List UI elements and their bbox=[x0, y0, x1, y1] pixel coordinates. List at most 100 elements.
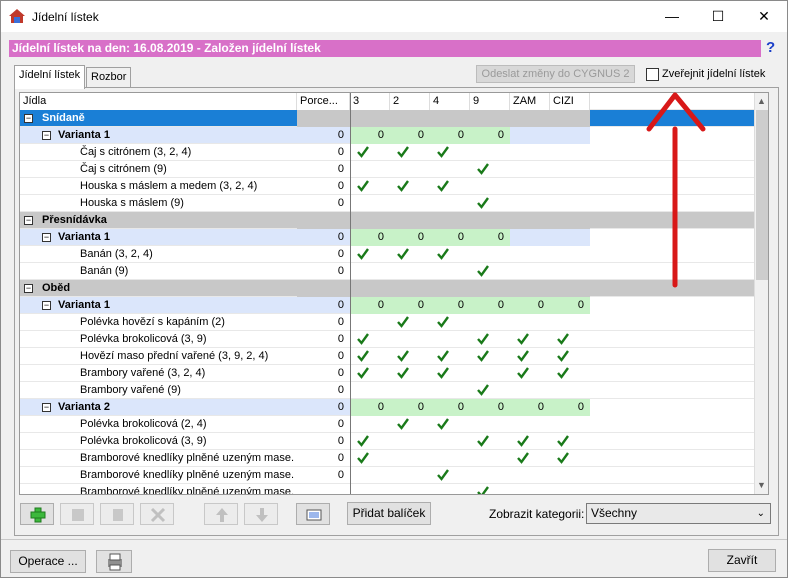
copy-button[interactable] bbox=[100, 503, 134, 525]
collapse-icon[interactable]: − bbox=[24, 114, 33, 123]
checkmark-icon[interactable] bbox=[397, 350, 409, 362]
dish-row[interactable]: Polévka hovězí s kapáním (2) 0 bbox=[20, 314, 755, 331]
checkmark-icon[interactable] bbox=[397, 180, 409, 192]
checkmark-icon[interactable] bbox=[357, 367, 369, 379]
checkmark-icon[interactable] bbox=[517, 367, 529, 379]
checkmark-icon[interactable] bbox=[477, 350, 489, 362]
scroll-up-icon[interactable]: ▲ bbox=[757, 96, 766, 106]
checkmark-icon[interactable] bbox=[477, 197, 489, 209]
checkmark-icon[interactable] bbox=[477, 384, 489, 396]
checkmark-icon[interactable] bbox=[397, 418, 409, 430]
checkmark-icon[interactable] bbox=[477, 486, 489, 495]
scroll-thumb[interactable] bbox=[756, 110, 768, 280]
dish-row[interactable]: Bramborové knedlíky plněné uzeným mase..… bbox=[20, 484, 755, 495]
list-button[interactable] bbox=[296, 503, 330, 525]
checkmark-icon[interactable] bbox=[437, 350, 449, 362]
collapse-icon[interactable]: − bbox=[24, 284, 33, 293]
help-icon[interactable]: ? bbox=[766, 39, 775, 56]
checkmark-icon[interactable] bbox=[397, 316, 409, 328]
checkmark-icon[interactable] bbox=[557, 367, 569, 379]
checkmark-icon[interactable] bbox=[477, 265, 489, 277]
checkmark-icon[interactable] bbox=[557, 452, 569, 464]
dish-row[interactable]: Polévka brokolicová (3, 9) 0 bbox=[20, 433, 755, 450]
zavrit-button[interactable]: Zavřít bbox=[708, 549, 776, 572]
checkmark-icon[interactable] bbox=[397, 248, 409, 260]
dish-row[interactable]: Čaj s citrónem (9) 0 bbox=[20, 161, 755, 178]
dish-row[interactable]: Banán (9) 0 bbox=[20, 263, 755, 280]
dish-row[interactable]: Hovězí maso přední vařené (3, 9, 2, 4) 0 bbox=[20, 348, 755, 365]
checkmark-icon[interactable] bbox=[517, 452, 529, 464]
column-header-2[interactable]: 2 bbox=[390, 93, 430, 110]
checkmark-icon[interactable] bbox=[437, 418, 449, 430]
dish-row[interactable]: Bramborové knedlíky plněné uzeným mase..… bbox=[20, 450, 755, 467]
checkmark-icon[interactable] bbox=[557, 333, 569, 345]
column-header-3[interactable]: 3 bbox=[350, 93, 390, 110]
maximize-button[interactable]: ☐ bbox=[695, 1, 741, 32]
collapse-icon[interactable]: − bbox=[24, 216, 33, 225]
checkmark-icon[interactable] bbox=[397, 146, 409, 158]
checkmark-icon[interactable] bbox=[437, 469, 449, 481]
checkmark-icon[interactable] bbox=[437, 248, 449, 260]
column-header-porce[interactable]: Porce... bbox=[297, 93, 350, 110]
checkmark-icon[interactable] bbox=[437, 146, 449, 158]
checkmark-icon[interactable] bbox=[357, 248, 369, 260]
add-button[interactable] bbox=[20, 503, 54, 525]
column-header-zam[interactable]: ZAM bbox=[510, 93, 550, 110]
collapse-icon[interactable]: − bbox=[42, 301, 51, 310]
scroll-down-icon[interactable]: ▼ bbox=[757, 480, 766, 490]
checkmark-icon[interactable] bbox=[557, 435, 569, 447]
close-button[interactable]: ✕ bbox=[741, 1, 787, 32]
dish-row[interactable]: Banán (3, 2, 4) 0 bbox=[20, 246, 755, 263]
checkmark-icon[interactable] bbox=[477, 163, 489, 175]
variant-row[interactable]: − Varianta 20000000 bbox=[20, 399, 590, 416]
checkmark-icon[interactable] bbox=[517, 435, 529, 447]
checkbox-box[interactable] bbox=[646, 68, 659, 81]
dish-row[interactable]: Čaj s citrónem (3, 2, 4) 0 bbox=[20, 144, 755, 161]
checkmark-icon[interactable] bbox=[357, 180, 369, 192]
tab-rozbor[interactable]: Rozbor bbox=[86, 67, 132, 87]
variant-row[interactable]: − Varianta 100000 bbox=[20, 127, 590, 144]
collapse-icon[interactable]: − bbox=[42, 403, 51, 412]
print-button[interactable] bbox=[96, 550, 132, 573]
checkmark-icon[interactable] bbox=[437, 316, 449, 328]
checkmark-icon[interactable] bbox=[357, 452, 369, 464]
dish-row[interactable]: Polévka brokolicová (3, 9) 0 bbox=[20, 331, 755, 348]
dish-row[interactable]: Houska s máslem (9) 0 bbox=[20, 195, 755, 212]
vertical-scrollbar[interactable]: ▲ ▼ bbox=[754, 93, 768, 494]
pridat-balicek-button[interactable]: Přidat balíček bbox=[347, 502, 431, 525]
checkmark-icon[interactable] bbox=[357, 146, 369, 158]
checkmark-icon[interactable] bbox=[477, 435, 489, 447]
send-to-cygnus-button[interactable]: Odeslat změny do CYGNUS 2 bbox=[476, 65, 635, 83]
dish-row[interactable]: Brambory vařené (3, 2, 4) 0 bbox=[20, 365, 755, 382]
column-header-9[interactable]: 9 bbox=[470, 93, 510, 110]
variant-row[interactable]: − Varianta 10000000 bbox=[20, 297, 590, 314]
checkmark-icon[interactable] bbox=[397, 367, 409, 379]
dish-row[interactable]: Bramborové knedlíky plněné uzeným mase..… bbox=[20, 467, 755, 484]
dish-row[interactable]: Brambory vařené (9) 0 bbox=[20, 382, 755, 399]
section-row[interactable]: − Oběd bbox=[20, 280, 755, 297]
dish-row[interactable]: Polévka brokolicová (2, 4) 0 bbox=[20, 416, 755, 433]
checkmark-icon[interactable] bbox=[437, 180, 449, 192]
delete-button[interactable] bbox=[140, 503, 174, 525]
section-row[interactable]: − Snídaně bbox=[20, 110, 755, 127]
checkmark-icon[interactable] bbox=[517, 350, 529, 362]
collapse-icon[interactable]: − bbox=[42, 233, 51, 242]
checkmark-icon[interactable] bbox=[357, 435, 369, 447]
move-down-button[interactable] bbox=[244, 503, 278, 525]
dish-row[interactable]: Houska s máslem a medem (3, 2, 4) 0 bbox=[20, 178, 755, 195]
operace-button[interactable]: Operace ... bbox=[10, 550, 86, 573]
variant-row[interactable]: − Varianta 100000 bbox=[20, 229, 590, 246]
tab-jidelni-listek[interactable]: Jídelní lístek bbox=[14, 65, 86, 89]
checkmark-icon[interactable] bbox=[557, 350, 569, 362]
checkmark-icon[interactable] bbox=[517, 333, 529, 345]
collapse-icon[interactable]: − bbox=[42, 131, 51, 140]
category-select[interactable]: Všechny ⌄ bbox=[586, 503, 771, 524]
menu-grid[interactable]: Jídla Porce... 3 2 4 9 ZAM CIZI − Snídaně… bbox=[19, 92, 769, 495]
checkmark-icon[interactable] bbox=[437, 367, 449, 379]
column-header-cizi[interactable]: CIZI bbox=[550, 93, 590, 110]
minimize-button[interactable]: — bbox=[649, 1, 695, 32]
move-up-button[interactable] bbox=[204, 503, 238, 525]
checkmark-icon[interactable] bbox=[357, 333, 369, 345]
package-button[interactable] bbox=[60, 503, 94, 525]
column-header-4[interactable]: 4 bbox=[430, 93, 470, 110]
